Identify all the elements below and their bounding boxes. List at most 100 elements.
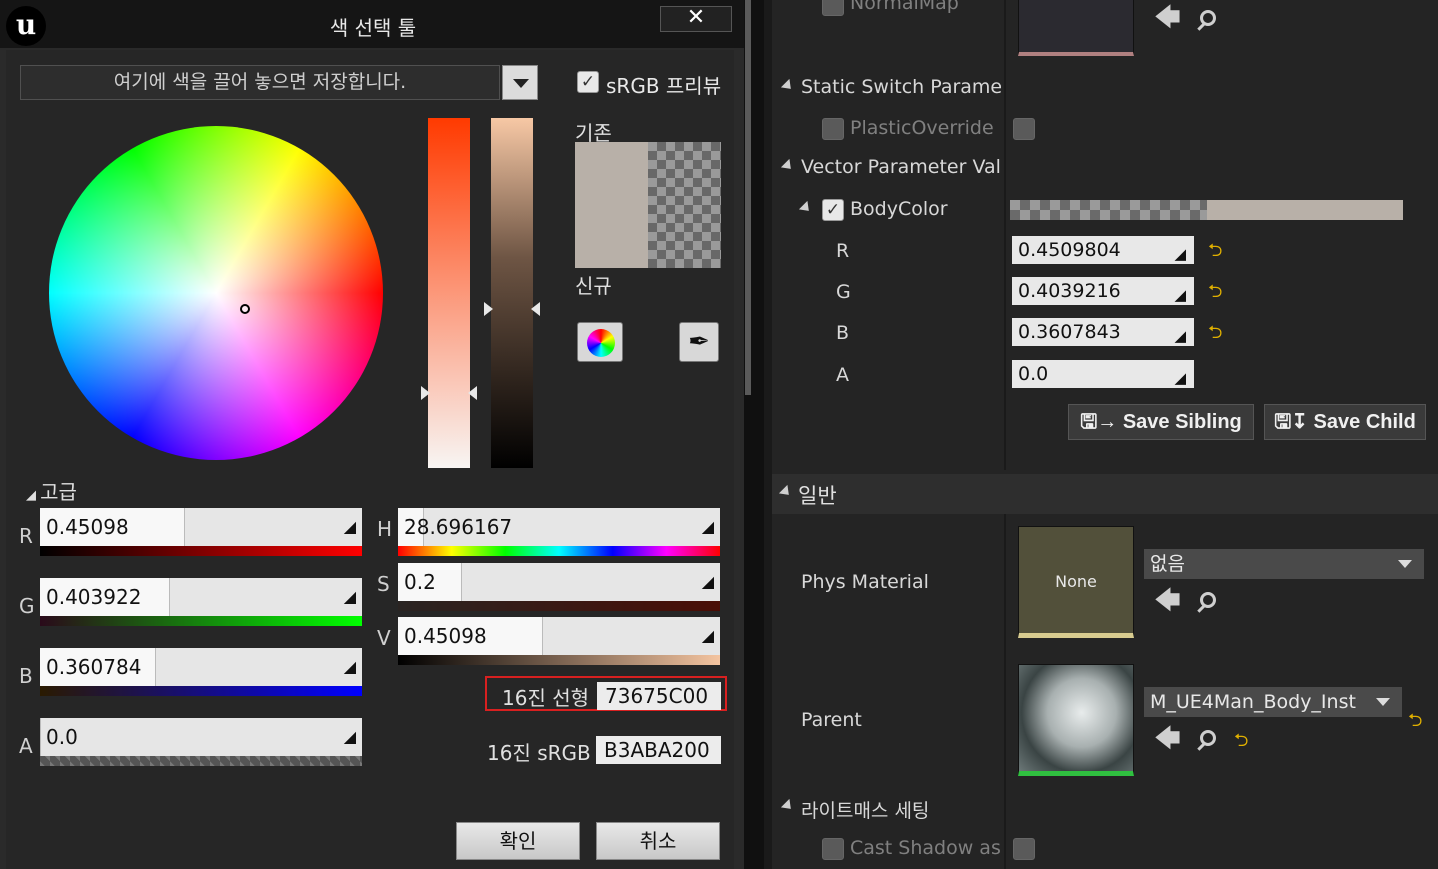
body-color-a-field[interactable]: 0.0 ◢ — [1012, 360, 1194, 388]
reset-to-default-icon[interactable]: ⮌ — [1208, 320, 1222, 350]
normalmap-checkbox[interactable] — [822, 0, 844, 16]
dialog-title: 색 선택 툴 — [329, 16, 417, 40]
body-color-alpha-swatch[interactable] — [1010, 200, 1207, 220]
spin-icon[interactable]: ◢ — [344, 658, 356, 676]
body-color-r-label: R — [836, 240, 850, 262]
blue-value-text: 0.360784 — [46, 655, 142, 679]
use-selected-arrow-icon[interactable]: 🡄 — [1154, 726, 1181, 752]
color-wheel-mode-button[interactable] — [577, 322, 623, 362]
phys-material-thumbnail[interactable]: None — [1018, 526, 1134, 638]
green-value-field[interactable]: 0.403922 ◢ — [40, 578, 362, 616]
spin-icon[interactable]: ◢ — [1174, 281, 1186, 309]
parent-material-thumbnail[interactable] — [1018, 664, 1134, 776]
reset-to-default-icon[interactable]: ⮌ — [1408, 708, 1422, 738]
spin-icon[interactable]: ◢ — [344, 518, 356, 536]
general-section-header[interactable] — [772, 474, 1438, 514]
reset-to-default-icon[interactable]: ⮌ — [1208, 279, 1222, 309]
static-switch-header: Static Switch Paramet — [801, 76, 1001, 98]
reset-to-default-icon[interactable]: ⮌ — [1234, 728, 1248, 758]
details-panel: NormalMap 🡄 Static Switch Paramet Plasti… — [772, 0, 1438, 869]
value-value-text: 0.45098 — [404, 624, 487, 648]
browse-search-icon[interactable] — [1200, 730, 1216, 746]
channel-label-r: R — [19, 524, 33, 548]
spin-icon[interactable]: ◢ — [344, 728, 356, 746]
reset-to-default-icon[interactable]: ⮌ — [1208, 238, 1222, 268]
new-color-label: 신규 — [575, 274, 612, 298]
vector-parameter-header: Vector Parameter Valu — [801, 156, 1001, 178]
color-picker-dialog: u 색 선택 툴 ✕ 여기에 색을 끌어 놓으면 저장합니다. ✓ sRGB 프… — [0, 0, 746, 869]
hue-value-field[interactable]: 28.696167 ◢ — [398, 508, 720, 546]
spin-icon[interactable]: ◢ — [1174, 240, 1186, 268]
value-value-field[interactable]: 0.45098 ◢ — [398, 617, 720, 655]
value-slider[interactable] — [491, 118, 533, 468]
red-value-field[interactable]: 0.45098 ◢ — [40, 508, 362, 546]
body-color-r-field[interactable]: 0.4509804 ◢ — [1012, 236, 1194, 264]
srgb-preview-checkbox[interactable]: ✓ — [577, 71, 599, 93]
blue-value-field[interactable]: 0.360784 ◢ — [40, 648, 362, 686]
spin-icon[interactable]: ◢ — [702, 627, 714, 645]
spin-icon[interactable]: ◢ — [344, 588, 356, 606]
saturation-slider[interactable] — [428, 118, 470, 468]
hex-linear-input[interactable]: 73675C00 — [597, 682, 721, 710]
save-child-button[interactable]: 🖫↧ Save Child — [1264, 404, 1426, 440]
cast-shadow-value-checkbox[interactable] — [1013, 838, 1035, 860]
spin-icon[interactable]: ◢ — [702, 518, 714, 536]
saturation-value-field[interactable]: 0.2 ◢ — [398, 563, 720, 601]
spin-icon[interactable]: ◢ — [1174, 364, 1186, 392]
body-color-g-field[interactable]: 0.4039216 ◢ — [1012, 277, 1194, 305]
collapse-arrow-icon[interactable] — [798, 200, 814, 216]
use-selected-arrow-icon[interactable]: 🡄 — [1154, 5, 1181, 31]
alpha-value-text: 0.0 — [46, 725, 78, 749]
body-color-g-label: G — [836, 281, 851, 303]
advanced-section-header[interactable]: ◢ 고급 — [26, 476, 77, 505]
save-sibling-button[interactable]: 🖫→ Save Sibling — [1068, 404, 1254, 440]
column-divider — [1004, 514, 1006, 869]
dropdown-arrow-icon[interactable] — [502, 65, 538, 100]
collapse-arrow-icon[interactable] — [780, 158, 796, 174]
collapse-arrow-icon[interactable] — [780, 798, 796, 814]
plastic-override-value-checkbox[interactable] — [1013, 118, 1035, 140]
alpha-value-field[interactable]: 0.0 ◢ — [40, 718, 362, 756]
spin-icon[interactable]: ◢ — [702, 573, 714, 591]
body-color-b-field[interactable]: 0.3607843 ◢ — [1012, 318, 1194, 346]
eyedropper-icon: ✒ — [688, 327, 710, 357]
spin-icon[interactable]: ◢ — [1174, 322, 1186, 350]
eyedropper-button[interactable]: ✒ — [679, 322, 719, 362]
body-color-checkbox[interactable]: ✓ — [822, 199, 844, 221]
cast-shadow-label: Cast Shadow as M — [850, 837, 1002, 859]
color-wheel-handle[interactable] — [240, 304, 250, 314]
scrollbar-thumb[interactable] — [745, 0, 751, 395]
saturation-handle-left[interactable] — [421, 386, 430, 400]
use-selected-arrow-icon[interactable]: 🡄 — [1154, 588, 1181, 614]
value-handle-left[interactable] — [484, 302, 493, 316]
body-color-swatch[interactable] — [1207, 200, 1403, 220]
body-color-b-label: B — [836, 322, 850, 344]
parent-combo[interactable]: M_UE4Man_Body_Inst — [1144, 687, 1402, 717]
saturation-value-text: 0.2 — [404, 570, 436, 594]
red-value-text: 0.45098 — [46, 515, 129, 539]
value-handle-right[interactable] — [531, 302, 540, 316]
browse-search-icon[interactable] — [1200, 592, 1216, 608]
ok-button[interactable]: 확인 — [456, 822, 580, 860]
browse-search-icon[interactable] — [1200, 10, 1216, 26]
channel-label-b: B — [19, 664, 33, 688]
lightmass-header: 라이트매스 세팅 — [801, 800, 930, 822]
dialog-titlebar[interactable]: u 색 선택 툴 ✕ — [0, 0, 746, 48]
plastic-override-checkbox[interactable] — [822, 118, 844, 140]
saturation-handle-right[interactable] — [468, 386, 477, 400]
close-button[interactable]: ✕ — [660, 6, 732, 32]
color-drop-area[interactable]: 여기에 색을 끌어 놓으면 저장합니다. — [20, 65, 500, 100]
channel-label-a: A — [19, 734, 33, 758]
hex-srgb-input[interactable]: B3ABA200 — [596, 736, 721, 764]
collapse-arrow-icon[interactable] — [780, 78, 796, 94]
normalmap-thumbnail[interactable] — [1018, 0, 1134, 56]
hue-value-text: 28.696167 — [404, 515, 513, 539]
saturation-gradient — [398, 601, 720, 611]
cancel-button[interactable]: 취소 — [596, 822, 720, 860]
phys-material-combo[interactable]: 없음 — [1144, 549, 1424, 579]
body-color-g-value: 0.4039216 — [1018, 280, 1121, 302]
cast-shadow-checkbox[interactable] — [822, 838, 844, 860]
color-wheel[interactable] — [49, 126, 383, 460]
body-color-a-label: A — [836, 364, 849, 386]
alpha-gradient — [40, 756, 362, 766]
